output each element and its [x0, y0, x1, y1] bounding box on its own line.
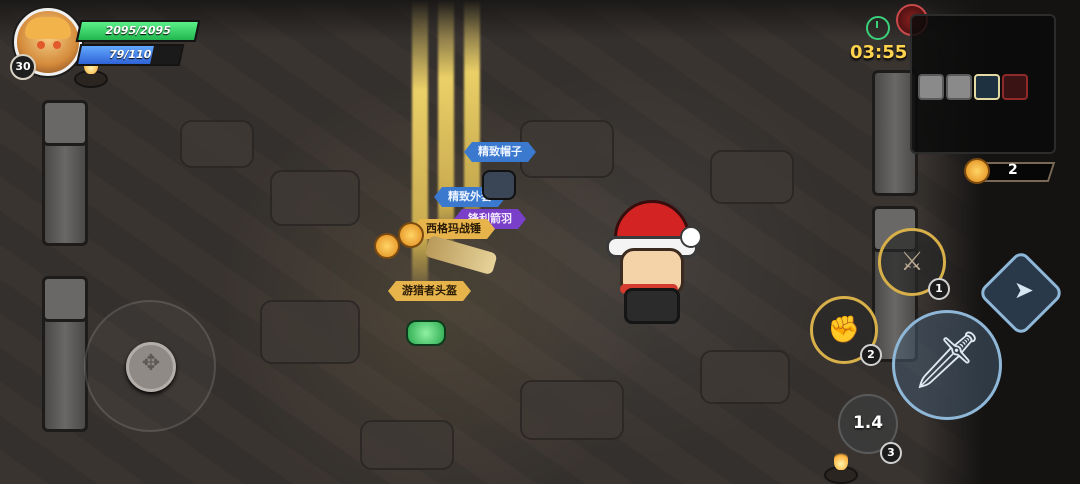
cooldown-value: 1.4: [852, 413, 884, 433]
floor-stone: [520, 380, 624, 440]
sword-icon: 🗡: [911, 328, 983, 393]
coin-counter: 2: [962, 158, 1056, 184]
mana-bar: 79/110: [75, 44, 185, 66]
torch: [824, 450, 858, 484]
stopwatch-icon: [866, 16, 890, 40]
run-timer: 03:55: [850, 42, 908, 63]
helmet-item-icon[interactable]: [406, 320, 446, 346]
move-arrows-icon[interactable]: [126, 342, 176, 392]
floor-stone: [270, 170, 360, 226]
health-text: 2095/2095: [104, 24, 173, 37]
floor-stone: [180, 120, 254, 168]
floor-stone: [710, 150, 794, 204]
floor-stone: [700, 350, 790, 404]
minimap-room-current: [974, 74, 1000, 100]
warhammer-item-icon[interactable]: [424, 234, 498, 276]
pillar-cap: [42, 100, 88, 146]
skill-3-number: 3: [880, 442, 902, 464]
avatar-eye: [37, 41, 45, 49]
hero-hat-pompom: [680, 226, 702, 248]
player-level-badge: 30: [10, 54, 36, 80]
pillar-cap: [42, 276, 88, 322]
health-bar: 2095/2095: [75, 20, 201, 42]
stone-pillar: [42, 276, 88, 432]
avatar-hair: [25, 17, 71, 39]
dash-icon: ➤: [1013, 276, 1034, 305]
crown-coin-icon: [964, 158, 990, 184]
coat-item-icon[interactable]: [482, 170, 516, 200]
floor-stone: [520, 120, 614, 178]
player-character: [602, 200, 702, 330]
skill-2-number: 2: [860, 344, 882, 366]
dropped-coin-icon[interactable]: [398, 222, 424, 248]
minimap[interactable]: [910, 14, 1056, 154]
floor-stone: [260, 300, 360, 364]
minimap-room-boss: [1002, 74, 1028, 100]
minimap-room-explored: [946, 74, 972, 100]
coin-count: 2: [1008, 162, 1018, 178]
avatar-eye: [53, 41, 61, 49]
loot-label-sigma-warhammer[interactable]: 西格玛战锤: [412, 219, 495, 239]
attack-button[interactable]: 🗡: [892, 310, 1002, 420]
minimap-room-explored: [918, 74, 944, 100]
dropped-coin-icon[interactable]: [374, 233, 400, 259]
skill-1-number: 1: [928, 278, 950, 300]
torch: [74, 54, 108, 88]
loot-label-ranger-helmet[interactable]: 游猎者头盔: [388, 281, 471, 301]
game-scene: 30 2095/2095 79/110 03:55 2 精致帽子 锋利箭羽 精致…: [0, 0, 1080, 484]
loot-label-fine-hat[interactable]: 精致帽子: [464, 142, 536, 162]
mana-text: 79/110: [107, 48, 153, 61]
stone-pillar: [42, 100, 88, 246]
hero-body: [624, 288, 680, 324]
flame: [834, 450, 848, 470]
floor-stone: [360, 420, 454, 470]
